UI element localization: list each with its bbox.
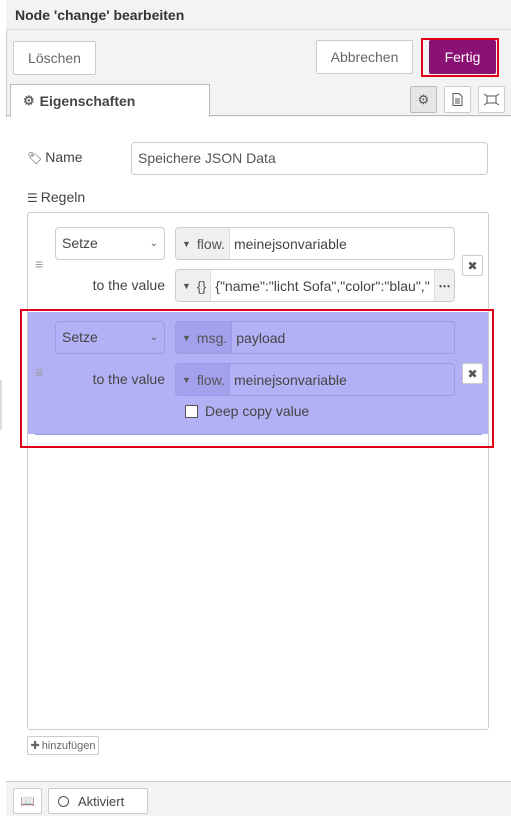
name-input[interactable]: Speichere JSON Data [131, 142, 488, 175]
circle-icon [58, 795, 69, 807]
tab-properties[interactable]: ⚙ Eigenschaften [10, 84, 210, 117]
rule-highlight [20, 309, 494, 448]
name-label: 🏷 Name [27, 149, 83, 165]
gear-icon: ⚙ [417, 91, 430, 107]
tab-appearance[interactable] [478, 86, 505, 113]
done-button-highlight [421, 38, 499, 77]
node-enabled-toggle[interactable]: Aktiviert [48, 788, 148, 814]
book-icon: 📖 [20, 794, 35, 808]
plus-icon: ✚ [30, 740, 40, 752]
to-the-value-label: to the value [92, 277, 165, 293]
json-editor-button[interactable]: ⋯ [434, 270, 454, 301]
caret-down-icon: ▼ [182, 280, 191, 291]
rules-label: ☰ Regeln [27, 189, 86, 205]
cancel-button[interactable]: Abbrechen [316, 40, 413, 74]
remove-rule-button[interactable]: ✖ [462, 255, 483, 276]
close-icon: ✖ [467, 258, 478, 273]
appearance-icon [484, 93, 499, 106]
type-selector[interactable]: ▼{} [176, 270, 212, 301]
chevron-down-icon: ⌄ [149, 238, 158, 249]
tab-settings[interactable]: ⚙ [410, 86, 437, 113]
tab-properties-label: Eigenschaften [39, 93, 136, 109]
rule-action-select[interactable]: Setze ⌄ [55, 227, 165, 260]
type-selector[interactable]: ▼ flow. [176, 228, 230, 259]
tab-description[interactable] [444, 86, 471, 113]
delete-button[interactable]: Löschen [13, 41, 96, 75]
drag-handle-icon[interactable]: ≡ [35, 256, 43, 272]
tray-header: Node 'change' bearbeiten [6, 0, 511, 30]
tag-icon: 🏷 [27, 151, 43, 165]
gear-icon: ⚙ [23, 93, 35, 108]
rule-value-input[interactable]: ▼{} {"name":"licht Sofa","color":"blau",… [175, 269, 455, 302]
description-icon [452, 93, 463, 106]
help-button[interactable]: 📖 [13, 788, 42, 814]
list-icon: ☰ [27, 191, 38, 205]
caret-down-icon: ▼ [182, 238, 191, 249]
tray-title: Node 'change' bearbeiten [15, 7, 185, 23]
rule-target-input[interactable]: ▼ flow. meinejsonvariable [175, 227, 455, 260]
add-rule-button[interactable]: ✚ hinzufügen [27, 736, 99, 755]
